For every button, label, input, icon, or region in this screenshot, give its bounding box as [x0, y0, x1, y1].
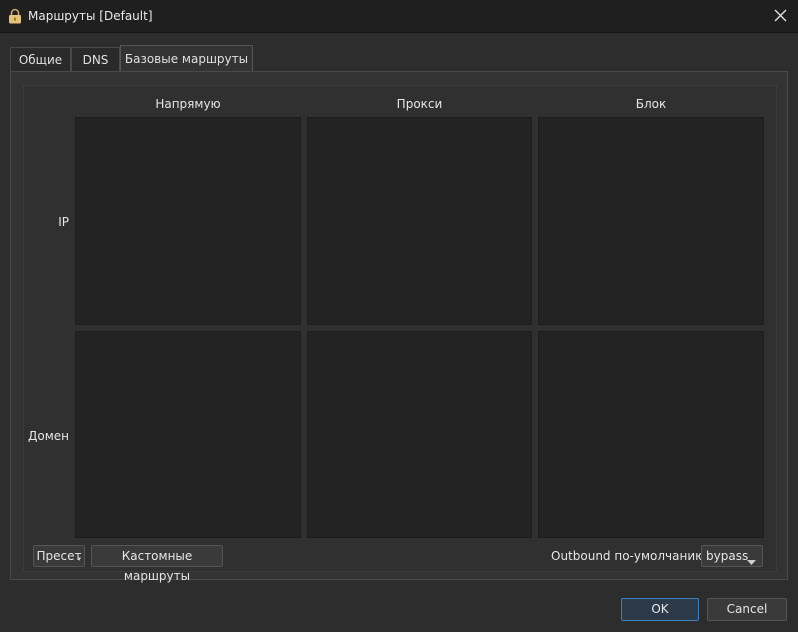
column-header-block: Блок: [635, 97, 667, 111]
dropdown-arrow-icon: ▾: [77, 555, 81, 563]
outbound-label: Outbound по-умолчанию: [551, 549, 706, 563]
column-header-proxy: Прокси: [396, 97, 443, 111]
ip-direct-list[interactable]: [75, 117, 301, 325]
custom-routes-button[interactable]: Кастомные маршруты: [91, 545, 223, 583]
cancel-button[interactable]: Cancel: [707, 598, 787, 621]
column-header-direct: Напрямую: [155, 97, 221, 111]
close-button[interactable]: [764, 0, 798, 32]
domain-direct-list[interactable]: [75, 331, 301, 538]
preset-label: Пресет: [36, 549, 82, 563]
tab-base-routes[interactable]: Базовые маршруты: [120, 45, 253, 72]
ip-block-list[interactable]: [538, 117, 764, 325]
preset-button[interactable]: Пресет ▾: [33, 545, 85, 567]
row-label-domain: Домен: [28, 429, 69, 443]
tab-general[interactable]: Общие: [10, 47, 71, 71]
ip-proxy-list[interactable]: [307, 117, 532, 325]
outbound-select[interactable]: bypass: [701, 545, 763, 567]
window-title: Маршруты [Default]: [28, 9, 153, 23]
chevron-down-icon: [747, 554, 756, 568]
domain-proxy-list[interactable]: [307, 331, 532, 538]
domain-block-list[interactable]: [538, 331, 764, 538]
outbound-value: bypass: [706, 549, 749, 563]
tab-dns[interactable]: DNS: [71, 47, 120, 71]
lock-icon: [8, 8, 22, 24]
row-label-ip: IP: [58, 215, 69, 229]
title-bar: Маршруты [Default]: [0, 0, 798, 33]
ok-button[interactable]: OK: [621, 598, 699, 621]
